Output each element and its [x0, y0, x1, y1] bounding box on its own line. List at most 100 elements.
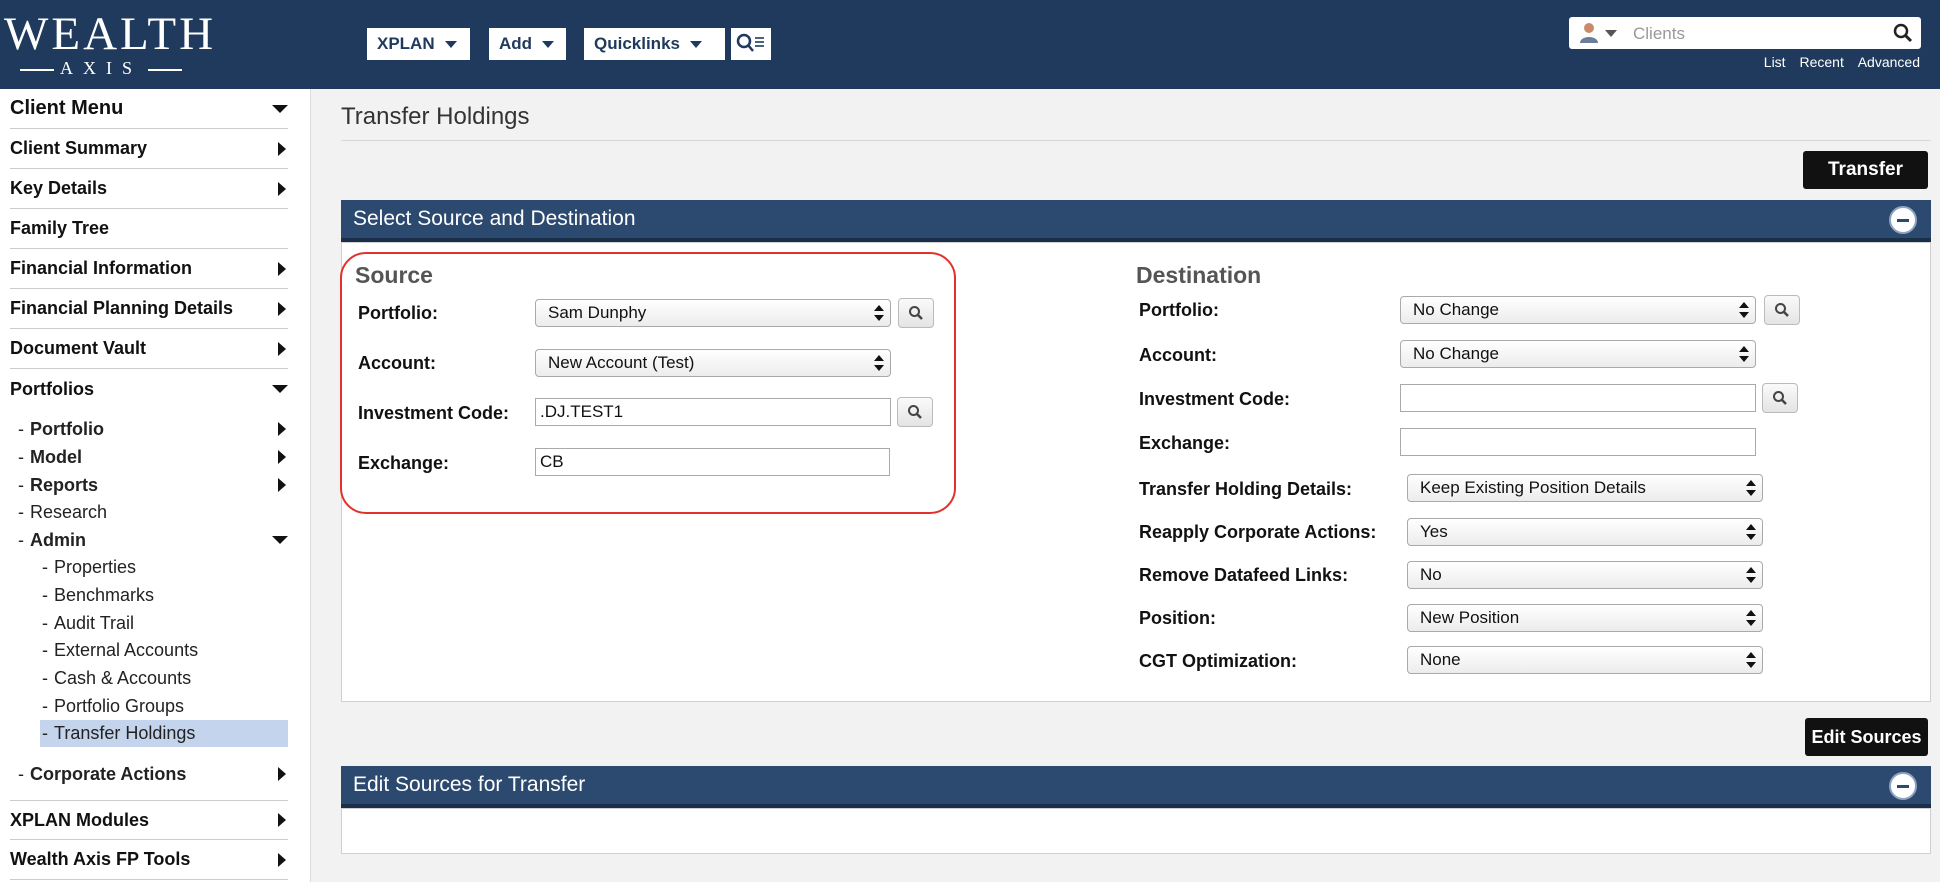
source-investment-code-input[interactable]: .DJ.TEST1 [535, 398, 891, 426]
sidebar-item-client-summary[interactable]: Client Summary [10, 129, 288, 169]
destination-exchange-input[interactable] [1400, 428, 1756, 456]
select-arrows-icon [1746, 651, 1756, 669]
sidebar-item-document-vault[interactable]: Document Vault [10, 329, 288, 369]
collapse-icon[interactable] [1889, 206, 1917, 234]
link-list[interactable]: List [1764, 54, 1786, 70]
cgt-optimization-select[interactable]: None [1407, 646, 1763, 674]
sidebar-sub-corporate-actions[interactable]: - Corporate Actions [18, 761, 288, 787]
transfer-button[interactable]: Transfer [1803, 151, 1928, 189]
select-value: None [1420, 650, 1461, 669]
dash-marker: - [42, 723, 48, 743]
page-title: Transfer Holdings [341, 103, 530, 130]
sidebar-item-label: XPLAN Modules [10, 809, 150, 830]
reapply-corporate-actions-select[interactable]: Yes [1407, 518, 1763, 546]
chevron-down-icon [272, 385, 288, 393]
sidebar-admin-external-accounts[interactable]: - External Accounts [40, 637, 288, 664]
select-value: Sam Dunphy [548, 303, 647, 322]
nav-add-label: Add [499, 34, 533, 53]
sidebar-item-key-details[interactable]: Key Details [10, 169, 288, 209]
sidebar-item-financial-information[interactable]: Financial Information [10, 249, 288, 289]
select-value: No [1420, 565, 1442, 584]
search-icon[interactable] [1893, 23, 1913, 43]
destination-portfolio-select[interactable]: No Change [1400, 296, 1756, 324]
sidebar-item-wealth-axis-fp-tools[interactable]: Wealth Axis FP Tools [10, 840, 288, 880]
dash-marker: - [18, 501, 24, 522]
destination-investment-code-input[interactable] [1400, 384, 1756, 412]
logo-subtitle: AXIS [4, 58, 216, 79]
destination-investment-code-lookup-button[interactable] [1762, 383, 1798, 413]
sidebar-item-family-tree[interactable]: Family Tree [10, 209, 288, 249]
select-arrows-icon [874, 304, 884, 322]
destination-account-select[interactable]: No Change [1400, 340, 1756, 368]
sidebar-sub-model[interactable]: - Model [18, 444, 288, 470]
sidebar-item-label: Admin [30, 529, 86, 550]
source-exchange-label: Exchange: [358, 453, 450, 473]
link-advanced[interactable]: Advanced [1858, 54, 1920, 70]
select-arrows-icon [1746, 523, 1756, 541]
source-account-select[interactable]: New Account (Test) [535, 349, 891, 377]
nav-xplan-label: XPLAN [377, 34, 435, 53]
nav-quicklinks-label: Quicklinks [594, 34, 680, 53]
source-portfolio-select[interactable]: Sam Dunphy [535, 299, 891, 327]
sidebar-admin-cash-accounts[interactable]: - Cash & Accounts [40, 665, 288, 692]
sidebar-admin-transfer-holdings[interactable]: - Transfer Holdings [40, 720, 288, 747]
sidebar-sub-reports[interactable]: - Reports [18, 472, 288, 498]
caret-down-icon [542, 40, 555, 48]
client-search-input[interactable] [1631, 21, 1865, 47]
search-links: List Recent Advanced [1754, 54, 1920, 70]
transfer-holding-details-select[interactable]: Keep Existing Position Details [1407, 474, 1763, 502]
caret-down-icon [444, 40, 457, 48]
source-investment-code-lookup-button[interactable] [897, 397, 933, 427]
source-exchange-input[interactable]: CB [535, 448, 890, 476]
nav-quicklinks-menu[interactable]: Quicklinks [584, 28, 725, 60]
chevron-right-icon [278, 478, 286, 492]
sidebar-admin-properties[interactable]: - Properties [40, 554, 288, 581]
link-recent[interactable]: Recent [1799, 54, 1843, 70]
sidebar-admin-benchmarks[interactable]: - Benchmarks [40, 582, 288, 609]
quick-search-button[interactable] [731, 28, 771, 60]
edit-sources-button[interactable]: Edit Sources [1805, 718, 1928, 756]
sidebar-sub-research[interactable]: - Research [18, 499, 288, 525]
title-divider [341, 140, 1931, 141]
sidebar-item-label: Benchmarks [54, 585, 155, 605]
select-value: Yes [1420, 522, 1448, 541]
dash-marker: - [42, 696, 48, 716]
sidebar-sub-admin[interactable]: - Admin [18, 527, 288, 553]
dash-marker: - [42, 668, 48, 688]
sidebar-item-label: Transfer Holdings [54, 723, 196, 743]
destination-portfolio-lookup-button[interactable] [1764, 295, 1800, 325]
chevron-right-icon [278, 767, 286, 781]
source-portfolio-lookup-button[interactable] [898, 298, 934, 328]
caret-down-icon[interactable] [1605, 30, 1617, 37]
nav-xplan-menu[interactable]: XPLAN [367, 28, 470, 60]
panel-edit-sources-header: Edit Sources for Transfer [341, 766, 1931, 808]
sidebar-item-label: Cash & Accounts [54, 668, 192, 688]
chevron-right-icon [278, 422, 286, 436]
collapse-icon[interactable] [1889, 772, 1917, 800]
dash-marker: - [42, 585, 48, 605]
chevron-right-icon [278, 450, 286, 464]
search-list-icon [736, 33, 764, 52]
nav-add-menu[interactable]: Add [489, 28, 566, 60]
sidebar-item-label: Financial Information [10, 258, 193, 278]
sidebar-sub-portfolio[interactable]: - Portfolio [18, 416, 288, 442]
client-menu-header[interactable]: Client Menu [10, 89, 288, 129]
source-title: Source [355, 262, 433, 288]
select-value: Keep Existing Position Details [1420, 478, 1646, 497]
sidebar-admin-audit-trail[interactable]: - Audit Trail [40, 610, 288, 637]
sidebar-item-portfolios[interactable]: Portfolios [10, 369, 288, 409]
sidebar-admin-portfolio-groups[interactable]: - Portfolio Groups [40, 693, 288, 720]
logo-wordmark: WEALTH [4, 8, 217, 60]
position-select[interactable]: New Position [1407, 604, 1763, 632]
sidebar-item-label: Reports [30, 474, 99, 495]
remove-datafeed-links-select[interactable]: No [1407, 561, 1763, 589]
chevron-right-icon [278, 852, 286, 867]
sidebar-item-label: Document Vault [10, 338, 147, 358]
dash-marker: - [18, 529, 24, 550]
destination-portfolio-label: Portfolio: [1139, 300, 1219, 320]
search-icon [909, 306, 923, 320]
sidebar-item-financial-planning-details[interactable]: Financial Planning Details [10, 289, 288, 329]
sidebar-item-xplan-modules[interactable]: XPLAN Modules [10, 800, 288, 840]
wealth-axis-logo[interactable]: WEALTH AXIS [4, 8, 217, 79]
person-icon[interactable] [1579, 22, 1599, 44]
